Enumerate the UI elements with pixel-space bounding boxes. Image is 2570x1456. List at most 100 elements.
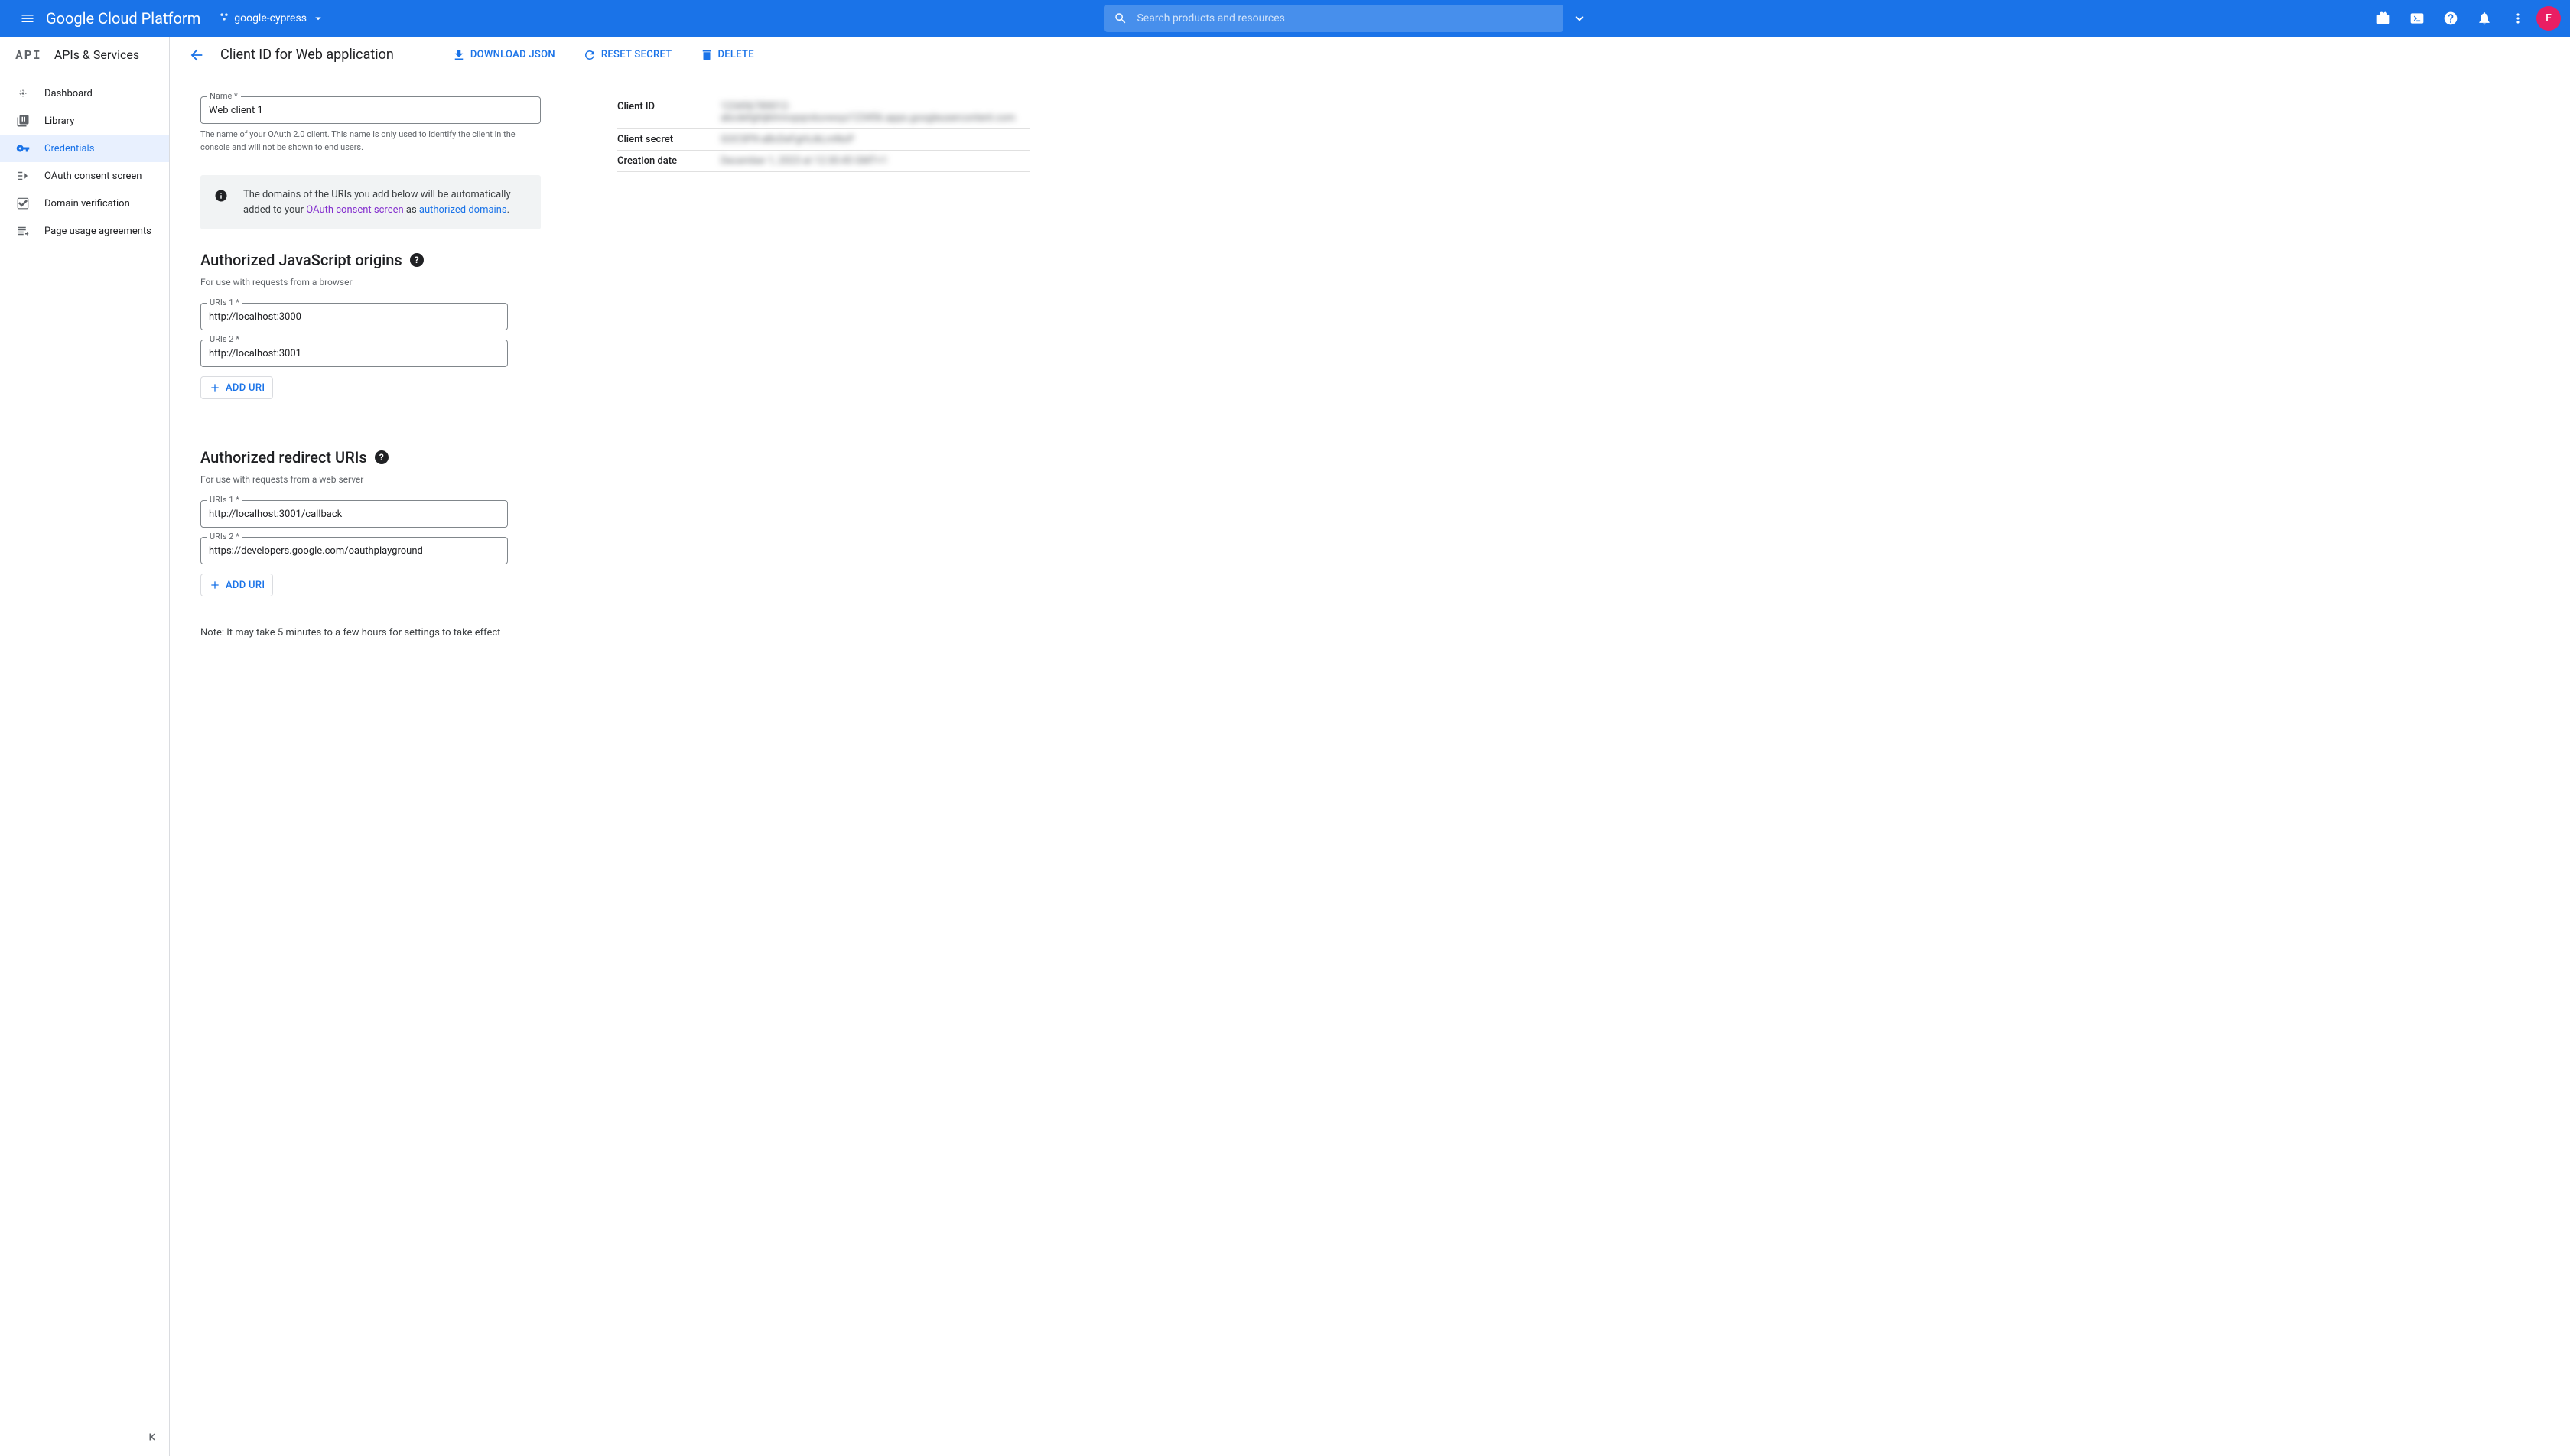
redirect-uri-1-wrap: URIs 1 * xyxy=(200,500,541,528)
redirect-title: Authorized redirect URIs xyxy=(200,448,367,466)
sidebar-nav: Dashboard Library Credentials OAuth cons… xyxy=(0,73,169,1456)
nav-label: OAuth consent screen xyxy=(44,171,142,182)
download-json-button[interactable]: DOWNLOAD JSON xyxy=(446,44,561,67)
action-label: RESET SECRET xyxy=(601,49,672,60)
arrow-back-icon xyxy=(188,47,205,63)
project-picker[interactable]: google-cypress xyxy=(213,7,331,30)
oauth-consent-link[interactable]: OAuth consent screen xyxy=(306,204,403,216)
sidebar-item-credentials[interactable]: Credentials xyxy=(0,135,169,162)
sidebar-item-library[interactable]: Library xyxy=(0,107,169,135)
client-secret-label: Client secret xyxy=(617,134,721,145)
nav-label: Library xyxy=(44,115,74,127)
nav-label: Page usage agreements xyxy=(44,226,151,237)
plus-icon xyxy=(209,382,221,394)
notifications-button[interactable] xyxy=(2469,3,2500,34)
creation-date-label: Creation date xyxy=(617,155,721,167)
redirect-uri-1-input[interactable] xyxy=(200,500,508,528)
avatar[interactable]: F xyxy=(2536,6,2561,31)
js-origins-sub: For use with requests from a browser xyxy=(200,277,541,288)
name-label: Name * xyxy=(207,91,241,101)
js-uri-1-wrap: URIs 1 * xyxy=(200,303,541,330)
name-help: The name of your OAuth 2.0 client. This … xyxy=(200,128,541,154)
banner-mid: as xyxy=(404,204,419,216)
sidebar-title: APIs & Services xyxy=(54,47,139,62)
action-label: DOWNLOAD JSON xyxy=(470,49,555,60)
top-header: Google Cloud Platform google-cypress F xyxy=(0,0,2570,37)
more-vert-icon xyxy=(2510,11,2526,26)
client-id-label: Client ID xyxy=(617,101,721,124)
add-js-uri-button[interactable]: ADD URI xyxy=(200,376,273,399)
settings-note: Note: It may take 5 minutes to a few hou… xyxy=(200,627,541,639)
authorized-domains-link[interactable]: authorized domains xyxy=(419,204,507,216)
back-button[interactable] xyxy=(188,47,205,63)
js-origins-title: Authorized JavaScript origins xyxy=(200,251,402,269)
help-icon xyxy=(2443,11,2458,26)
hamburger-icon xyxy=(20,11,35,26)
client-secret-value: GOCSPX-aBcDeFgHiJkLmNoP xyxy=(721,134,1030,145)
cloudshell-button[interactable] xyxy=(2402,3,2432,34)
sidebar-item-dashboard[interactable]: Dashboard xyxy=(0,80,169,107)
page-header: Client ID for Web application DOWNLOAD J… xyxy=(170,37,2570,73)
delete-button[interactable]: DELETE xyxy=(694,44,760,67)
redirect-uri-2-label: URIs 2 * xyxy=(207,531,242,541)
js-uri-2-wrap: URIs 2 * xyxy=(200,340,541,367)
info-icon xyxy=(214,189,228,217)
js-origins-heading: Authorized JavaScript origins ? xyxy=(200,251,541,269)
redirect-uri-2-wrap: URIs 2 * xyxy=(200,537,541,564)
js-uri-1-label: URIs 1 * xyxy=(207,297,242,307)
js-uri-2-label: URIs 2 * xyxy=(207,334,242,344)
gift-icon xyxy=(2376,11,2391,26)
bell-icon xyxy=(2477,11,2492,26)
search-expand[interactable] xyxy=(1563,10,1594,27)
nav-label: Domain verification xyxy=(44,198,130,210)
redirect-list: URIs 1 * URIs 2 * xyxy=(200,500,541,564)
sidebar: API APIs & Services Dashboard Library Cr… xyxy=(0,37,170,1456)
header-icons: F xyxy=(2368,3,2561,34)
refresh-icon xyxy=(583,48,597,62)
key-icon xyxy=(15,141,31,156)
api-badge: API xyxy=(15,47,42,63)
creation-date-value: December 1, 2023 at 12:30:45 GMT+1 xyxy=(721,155,1030,167)
more-button[interactable] xyxy=(2503,3,2533,34)
sidebar-item-agreements[interactable]: Page usage agreements xyxy=(0,217,169,245)
dropdown-icon xyxy=(311,11,325,25)
client-id-value: 123456789012-abcdefghijklmnopqrstuvwxyz1… xyxy=(721,101,1030,124)
sidebar-collapse[interactable] xyxy=(146,1430,160,1447)
sidebar-header: API APIs & Services xyxy=(0,37,169,73)
help-button[interactable] xyxy=(2435,3,2466,34)
project-icon xyxy=(219,11,229,25)
search-input[interactable] xyxy=(1137,12,1554,24)
menu-button[interactable] xyxy=(9,0,46,37)
search-bar[interactable] xyxy=(1104,5,1563,32)
delete-icon xyxy=(700,48,714,62)
gift-button[interactable] xyxy=(2368,3,2399,34)
name-input[interactable] xyxy=(200,96,541,124)
add-redirect-uri-button[interactable]: ADD URI xyxy=(200,574,273,596)
chevron-down-icon xyxy=(1571,10,1588,27)
collapse-icon xyxy=(146,1430,160,1444)
redirect-heading: Authorized redirect URIs ? xyxy=(200,448,541,466)
banner-suffix: . xyxy=(507,204,509,216)
search-icon xyxy=(1114,11,1127,25)
main-content: Client ID for Web application DOWNLOAD J… xyxy=(170,37,2570,1456)
reset-secret-button[interactable]: RESET SECRET xyxy=(577,44,678,67)
redirect-sub: For use with requests from a web server xyxy=(200,474,541,485)
sidebar-item-consent[interactable]: OAuth consent screen xyxy=(0,162,169,190)
help-icon[interactable]: ? xyxy=(375,450,389,464)
dashboard-icon xyxy=(15,86,31,101)
js-uri-2-input[interactable] xyxy=(200,340,508,367)
sidebar-item-domain[interactable]: Domain verification xyxy=(0,190,169,217)
add-label: ADD URI xyxy=(226,580,265,591)
redirect-uri-2-input[interactable] xyxy=(200,537,508,564)
library-icon xyxy=(15,113,31,128)
client-secret-row: Client secret GOCSPX-aBcDeFgHiJkLmNoP xyxy=(617,129,1030,151)
search-wrap xyxy=(1104,5,1563,32)
project-name: google-cypress xyxy=(234,12,307,24)
gcp-logo[interactable]: Google Cloud Platform xyxy=(46,9,200,28)
creation-date-row: Creation date December 1, 2023 at 12:30:… xyxy=(617,151,1030,172)
name-field-wrap: Name * xyxy=(200,96,541,124)
verified-icon xyxy=(15,196,31,211)
terminal-icon xyxy=(2409,11,2425,26)
js-uri-1-input[interactable] xyxy=(200,303,508,330)
help-icon[interactable]: ? xyxy=(410,253,424,267)
